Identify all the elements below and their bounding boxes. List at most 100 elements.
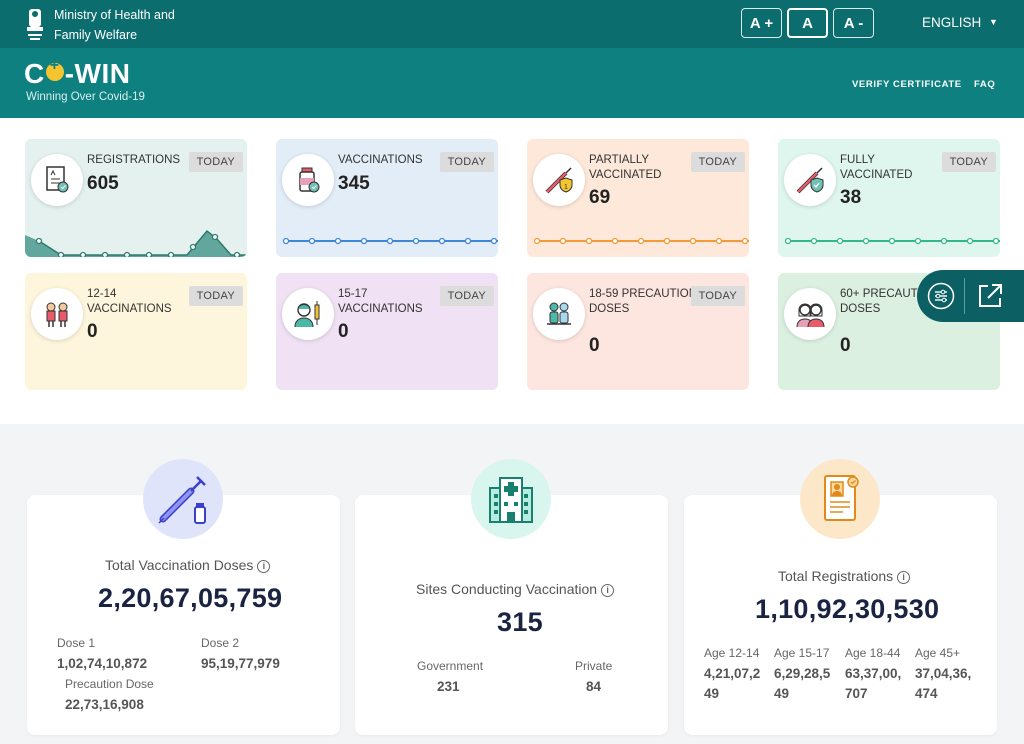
fully-vaccinated-sparkline bbox=[784, 237, 1000, 245]
sites-total: 315 bbox=[497, 607, 543, 637]
svg-text:1: 1 bbox=[564, 184, 568, 191]
dose1-label: Dose 1 bbox=[57, 636, 96, 650]
stat-card-18-59[interactable]: 18-59 PRECAUTION DOSES 0 TODAY bbox=[527, 273, 749, 390]
stat-card-15-17[interactable]: 15-17 VACCINATIONS 0 TODAY bbox=[276, 273, 498, 390]
sites-title-text: Sites Conducting Vaccination bbox=[416, 581, 598, 597]
font-increase-button[interactable]: A + bbox=[741, 8, 782, 38]
age-12-14-value-line2: 49 bbox=[704, 686, 720, 701]
floating-action-bar bbox=[917, 270, 1024, 322]
elderly-icon bbox=[784, 288, 836, 340]
caret-down-icon: ▼ bbox=[989, 17, 998, 27]
registrations-sparkline bbox=[25, 229, 247, 257]
logo-letter-c: C bbox=[24, 58, 45, 89]
today-badge: TODAY bbox=[188, 152, 243, 172]
syringe-shield-partial-icon: 1 bbox=[533, 154, 585, 206]
font-normal-button[interactable]: A bbox=[787, 8, 828, 38]
children-icon bbox=[31, 288, 83, 340]
doses-title: Total Vaccination Doses i bbox=[105, 557, 271, 573]
stat-card-partially-vaccinated[interactable]: 1 PARTIALLY VACCINATED 69 TODAY bbox=[527, 139, 749, 257]
logo-win: -WIN bbox=[64, 58, 131, 89]
partially-vaccinated-sparkline bbox=[533, 237, 749, 245]
vaccinations-sparkline bbox=[282, 237, 498, 245]
nav-verify-certificate[interactable]: VERIFY CERTIFICATE bbox=[852, 79, 962, 90]
registration-certificate-icon bbox=[800, 459, 880, 539]
stat-value: 38 bbox=[840, 187, 862, 208]
stat-label: VACCINATIONS bbox=[338, 154, 423, 166]
national-emblem-icon bbox=[27, 9, 43, 40]
ministry-line-2: Family Welfare bbox=[54, 28, 138, 42]
stat-value: 0 bbox=[338, 321, 349, 342]
stat-value: 0 bbox=[840, 335, 851, 356]
age-45-plus-value-line2: 474 bbox=[915, 686, 938, 701]
sites-title: Sites Conducting Vaccination i bbox=[416, 581, 615, 597]
dose2-label: Dose 2 bbox=[201, 636, 240, 650]
info-icon[interactable]: i bbox=[601, 584, 615, 597]
stat-label: 12-14 VACCINATIONS bbox=[87, 288, 172, 315]
syringe-vial-icon bbox=[143, 459, 223, 539]
age-45-plus-value-line1: 37,04,36, bbox=[915, 666, 972, 681]
vaccine-vial-icon bbox=[282, 154, 334, 206]
doses-title-text: Total Vaccination Doses bbox=[105, 557, 254, 573]
ministry-name[interactable]: Ministry of Health and Family Welfare bbox=[54, 5, 175, 45]
stat-label: 18-59 PRECAUTION DOSES bbox=[589, 288, 698, 315]
stat-value: 0 bbox=[87, 321, 98, 342]
today-badge: TODAY bbox=[439, 152, 494, 172]
precaution-label: Precaution Dose bbox=[65, 677, 154, 691]
nav-faq[interactable]: FAQ bbox=[974, 79, 995, 90]
stat-value: 69 bbox=[589, 187, 611, 208]
filter-sliders-icon[interactable] bbox=[927, 282, 955, 310]
cowin-logo[interactable]: C -WIN bbox=[24, 57, 131, 90]
adults-icon bbox=[533, 288, 585, 340]
registrations-total: 1,10,92,30,530 bbox=[755, 594, 940, 624]
stat-value: 0 bbox=[589, 335, 600, 356]
font-decrease-button[interactable]: A - bbox=[833, 8, 874, 38]
registrations-title-text: Total Registrations bbox=[778, 568, 894, 584]
today-badge: TODAY bbox=[690, 152, 745, 172]
tagline: Winning Over Covid-19 bbox=[26, 91, 145, 103]
today-badge: TODAY bbox=[941, 152, 996, 172]
plus-circle-icon bbox=[45, 57, 64, 81]
government-label: Government bbox=[417, 659, 484, 673]
stat-value: 605 bbox=[87, 173, 119, 194]
external-link-icon[interactable] bbox=[975, 281, 1005, 311]
age-18-44-value-line2: 707 bbox=[845, 686, 868, 701]
age-18-44-value-line1: 63,37,00, bbox=[845, 666, 902, 681]
government-value: 231 bbox=[437, 679, 460, 694]
age-18-44-label: Age 18-44 bbox=[845, 646, 901, 660]
precaution-value: 22,73,16,908 bbox=[65, 697, 144, 712]
private-label: Private bbox=[575, 659, 613, 673]
stat-label: 15-17 VACCINATIONS bbox=[338, 288, 423, 315]
doses-total: 2,20,67,05,759 bbox=[98, 583, 283, 613]
dose1-value: 1,02,74,10,872 bbox=[57, 656, 148, 671]
ministry-line-1: Ministry of Health and bbox=[54, 8, 175, 22]
divider bbox=[964, 278, 965, 314]
stat-card-fully-vaccinated[interactable]: FULLY VACCINATED 38 TODAY bbox=[778, 139, 1000, 257]
stat-card-registrations[interactable]: REGISTRATIONS 605 TODAY bbox=[25, 139, 247, 257]
stat-label: FULLY VACCINATED bbox=[840, 154, 913, 181]
age-15-17-value-line2: 49 bbox=[774, 686, 790, 701]
hospital-icon bbox=[471, 459, 551, 539]
age-15-17-value-line1: 6,29,28,5 bbox=[774, 666, 831, 681]
age-12-14-value-line1: 4,21,07,2 bbox=[704, 666, 761, 681]
age-12-14-label: Age 12-14 bbox=[704, 646, 760, 660]
info-icon[interactable]: i bbox=[897, 571, 911, 584]
language-label: ENGLISH bbox=[922, 15, 982, 30]
stat-card-vaccinations[interactable]: VACCINATIONS 345 TODAY bbox=[276, 139, 498, 257]
top-bar: Ministry of Health and Family Welfare A … bbox=[0, 0, 1024, 48]
private-value: 84 bbox=[586, 679, 602, 694]
info-icon[interactable]: i bbox=[257, 560, 271, 573]
today-badge: TODAY bbox=[188, 286, 243, 306]
stat-card-12-14[interactable]: 12-14 VACCINATIONS 0 TODAY bbox=[25, 273, 247, 390]
age-15-17-label: Age 15-17 bbox=[774, 646, 830, 660]
teen-vaccine-icon bbox=[282, 288, 334, 340]
language-selector[interactable]: ENGLISH ▼ bbox=[922, 15, 998, 30]
today-badge: TODAY bbox=[690, 286, 745, 306]
age-45-plus-label: Age 45+ bbox=[915, 646, 961, 660]
registrations-title: Total Registrations i bbox=[778, 568, 911, 584]
syringe-shield-full-icon bbox=[784, 154, 836, 206]
stat-label: REGISTRATIONS bbox=[87, 154, 181, 166]
registration-document-icon bbox=[31, 154, 83, 206]
dose2-value: 95,19,77,979 bbox=[201, 656, 280, 671]
stat-value: 345 bbox=[338, 173, 370, 194]
today-badge: TODAY bbox=[439, 286, 494, 306]
